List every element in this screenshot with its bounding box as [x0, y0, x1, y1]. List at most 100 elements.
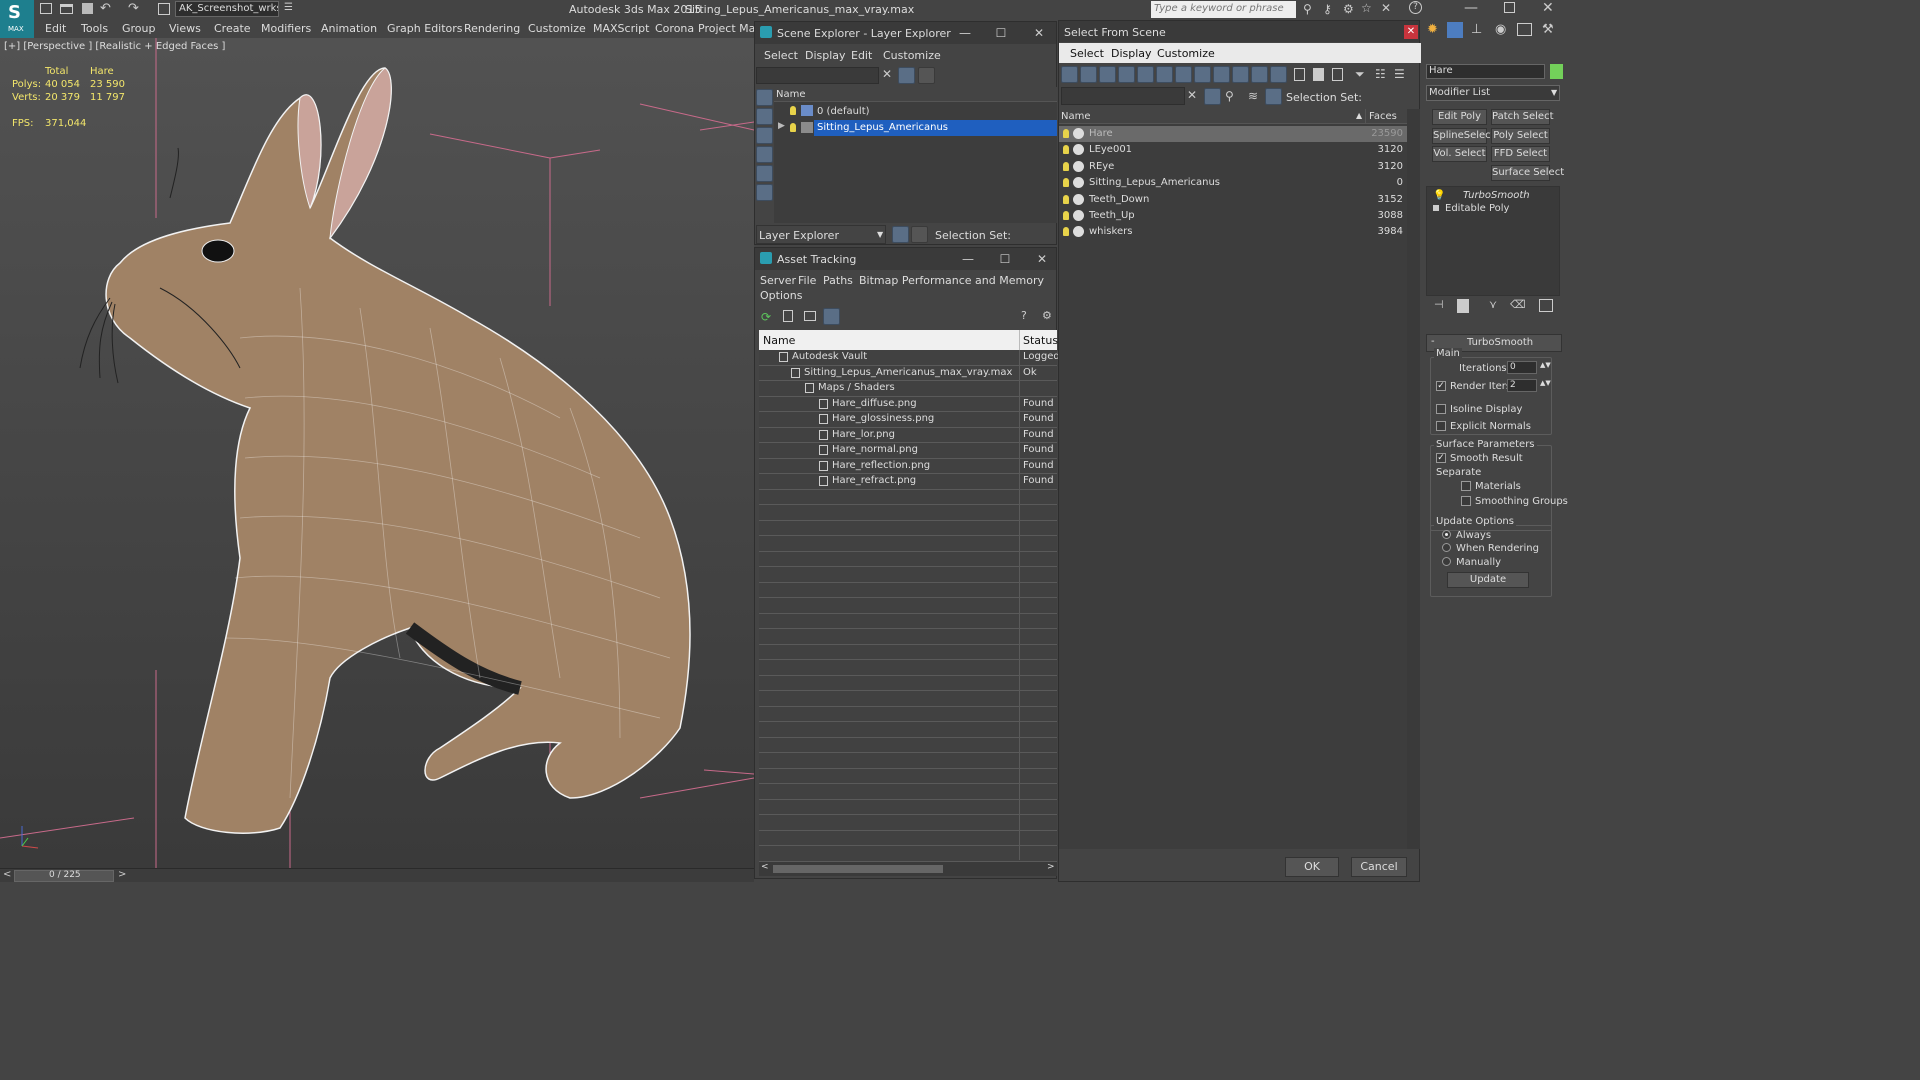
column-config-icon[interactable]: ☰: [1394, 67, 1405, 81]
save-file-icon[interactable]: [82, 3, 93, 14]
menu-paths[interactable]: Paths: [823, 274, 853, 287]
asset-row[interactable]: [759, 737, 1057, 753]
asset-row[interactable]: Hare_normal.png Found: [759, 443, 1057, 459]
object-row[interactable]: Hare 23590: [1059, 126, 1407, 142]
asset-row[interactable]: [759, 753, 1057, 769]
display-none-icon[interactable]: [1313, 68, 1324, 81]
vol-select-button[interactable]: Vol. Select: [1432, 146, 1487, 162]
layers-icon[interactable]: ≋: [1248, 89, 1258, 103]
filter-xrefs-icon[interactable]: [1194, 66, 1211, 83]
filter-spacewarps-icon[interactable]: [1156, 66, 1173, 83]
horizontal-scrollbar[interactable]: < >: [759, 862, 1057, 876]
smooth-result-checkbox[interactable]: ✓: [1436, 453, 1446, 463]
hierarchy-icon[interactable]: [911, 226, 928, 243]
light-bulb-icon[interactable]: [790, 106, 796, 115]
menu-edit[interactable]: Edit: [45, 22, 66, 35]
column-name-header[interactable]: Name: [776, 89, 806, 100]
menu-customize[interactable]: Customize: [883, 49, 941, 62]
stack-item-editable-poly[interactable]: Editable Poly: [1445, 203, 1509, 214]
menu-maxscript[interactable]: MAXScript: [593, 22, 649, 35]
clear-search-icon[interactable]: ✕: [882, 67, 892, 81]
display-invert-icon[interactable]: [1332, 68, 1343, 81]
options-icon[interactable]: [918, 67, 935, 84]
refresh-icon[interactable]: ⟳: [761, 310, 771, 324]
scene-search-input[interactable]: [756, 67, 879, 84]
filter-icon[interactable]: [898, 67, 915, 84]
undo-icon[interactable]: ↶: [100, 1, 111, 16]
column-name-header[interactable]: Name: [1061, 111, 1091, 122]
select-from-scene-titlebar[interactable]: Select From Scene ✕: [1059, 21, 1419, 42]
options-icon[interactable]: ⚲: [1225, 89, 1234, 103]
scroll-left-icon[interactable]: <: [761, 862, 769, 872]
display-cameras-icon[interactable]: [756, 146, 773, 163]
asset-row[interactable]: [759, 613, 1057, 629]
next-frame-icon[interactable]: >: [118, 869, 126, 880]
asset-tracking-titlebar[interactable]: Asset Tracking — ☐ ✕: [755, 248, 1056, 270]
materials-checkbox[interactable]: [1461, 481, 1471, 491]
asset-row[interactable]: [759, 567, 1057, 583]
menu-server[interactable]: Server: [760, 274, 796, 287]
settings-icon[interactable]: ⚙: [1042, 309, 1052, 322]
cancel-button[interactable]: Cancel: [1351, 857, 1407, 877]
asset-row[interactable]: [759, 722, 1057, 738]
display-all-icon[interactable]: [1294, 68, 1305, 81]
filter-containers-icon[interactable]: [1232, 66, 1249, 83]
help-icon[interactable]: ?: [1021, 309, 1027, 322]
menu-views[interactable]: Views: [169, 22, 201, 35]
asset-row[interactable]: [759, 536, 1057, 552]
spline-select-button[interactable]: SplineSelect: [1432, 128, 1495, 144]
isoline-display-checkbox[interactable]: [1436, 404, 1446, 414]
help-icon[interactable]: ?: [1409, 1, 1422, 14]
asset-row[interactable]: [759, 520, 1057, 536]
asset-row[interactable]: [759, 629, 1057, 645]
layers-icon[interactable]: [892, 226, 909, 243]
minimize-icon[interactable]: —: [960, 251, 976, 267]
iterations-spinner[interactable]: 0: [1507, 361, 1537, 374]
object-row[interactable]: Teeth_Down 3152: [1059, 192, 1407, 208]
object-color-swatch[interactable]: [1550, 64, 1563, 79]
layer-row-selected[interactable]: Sitting_Lepus_Americanus: [814, 120, 1057, 136]
close-icon[interactable]: ✕: [1404, 25, 1418, 39]
filter-funnel-icon[interactable]: ⏷: [1355, 67, 1365, 82]
light-bulb-icon[interactable]: [1063, 161, 1069, 171]
menu-create[interactable]: Create: [214, 22, 251, 35]
filter-helpers-icon[interactable]: [1137, 66, 1154, 83]
perspective-viewport[interactable]: [+] [Perspective ] [Realistic + Edged Fa…: [0, 38, 754, 868]
object-row[interactable]: whiskers 3984: [1059, 224, 1407, 240]
asset-row[interactable]: [759, 505, 1057, 521]
modifier-list-dropdown[interactable]: Modifier List ▼: [1426, 85, 1560, 101]
project-folder-icon[interactable]: [158, 3, 170, 15]
menu-display[interactable]: Display: [805, 49, 846, 62]
light-bulb-icon[interactable]: [1063, 145, 1069, 155]
menu-file[interactable]: File: [798, 274, 816, 287]
edit-poly-button[interactable]: Edit Poly: [1432, 109, 1487, 125]
filter-cameras-icon[interactable]: [1118, 66, 1135, 83]
object-row[interactable]: LEye001 3120: [1059, 142, 1407, 158]
menu-display[interactable]: Display: [1111, 47, 1152, 60]
remove-modifier-icon[interactable]: ⌫: [1510, 298, 1526, 311]
menu-customize[interactable]: Customize: [1157, 47, 1215, 60]
asset-row[interactable]: Autodesk Vault Logged: [759, 350, 1060, 366]
asset-row[interactable]: Sitting_Lepus_Americanus_max_vray.max Ok: [759, 365, 1057, 381]
menu-modifiers[interactable]: Modifiers: [261, 22, 311, 35]
object-row[interactable]: Sitting_Lepus_Americanus 0: [1059, 175, 1407, 191]
configure-sets-icon[interactable]: [1539, 299, 1553, 312]
menu-bitmap-performance[interactable]: Bitmap Performance and Memory: [859, 274, 1044, 287]
asset-row[interactable]: [759, 644, 1057, 660]
object-name-field[interactable]: Hare: [1426, 64, 1545, 79]
light-bulb-icon[interactable]: [790, 123, 796, 132]
scene-explorer-titlebar[interactable]: Scene Explorer - Layer Explorer — ☐ ✕: [755, 22, 1056, 44]
display-tab-icon[interactable]: [1517, 23, 1532, 36]
asset-row[interactable]: Hare_lor.png Found: [759, 427, 1057, 443]
light-bulb-icon[interactable]: 💡: [1433, 190, 1445, 201]
menu-select[interactable]: Select: [1070, 47, 1104, 60]
asset-row[interactable]: Hare_glossiness.png Found: [759, 412, 1057, 428]
layer-row[interactable]: 0 (default): [774, 104, 1057, 120]
menu-group[interactable]: Group: [122, 22, 156, 35]
thumbnail-view-icon[interactable]: [804, 311, 816, 321]
minimize-icon[interactable]: —: [1464, 0, 1478, 16]
modify-tab-icon[interactable]: [1447, 22, 1463, 38]
column-name-header[interactable]: Name: [763, 334, 795, 347]
poly-select-button[interactable]: Poly Select: [1491, 128, 1550, 144]
binoculars-icon[interactable]: ⚲: [1303, 2, 1312, 16]
